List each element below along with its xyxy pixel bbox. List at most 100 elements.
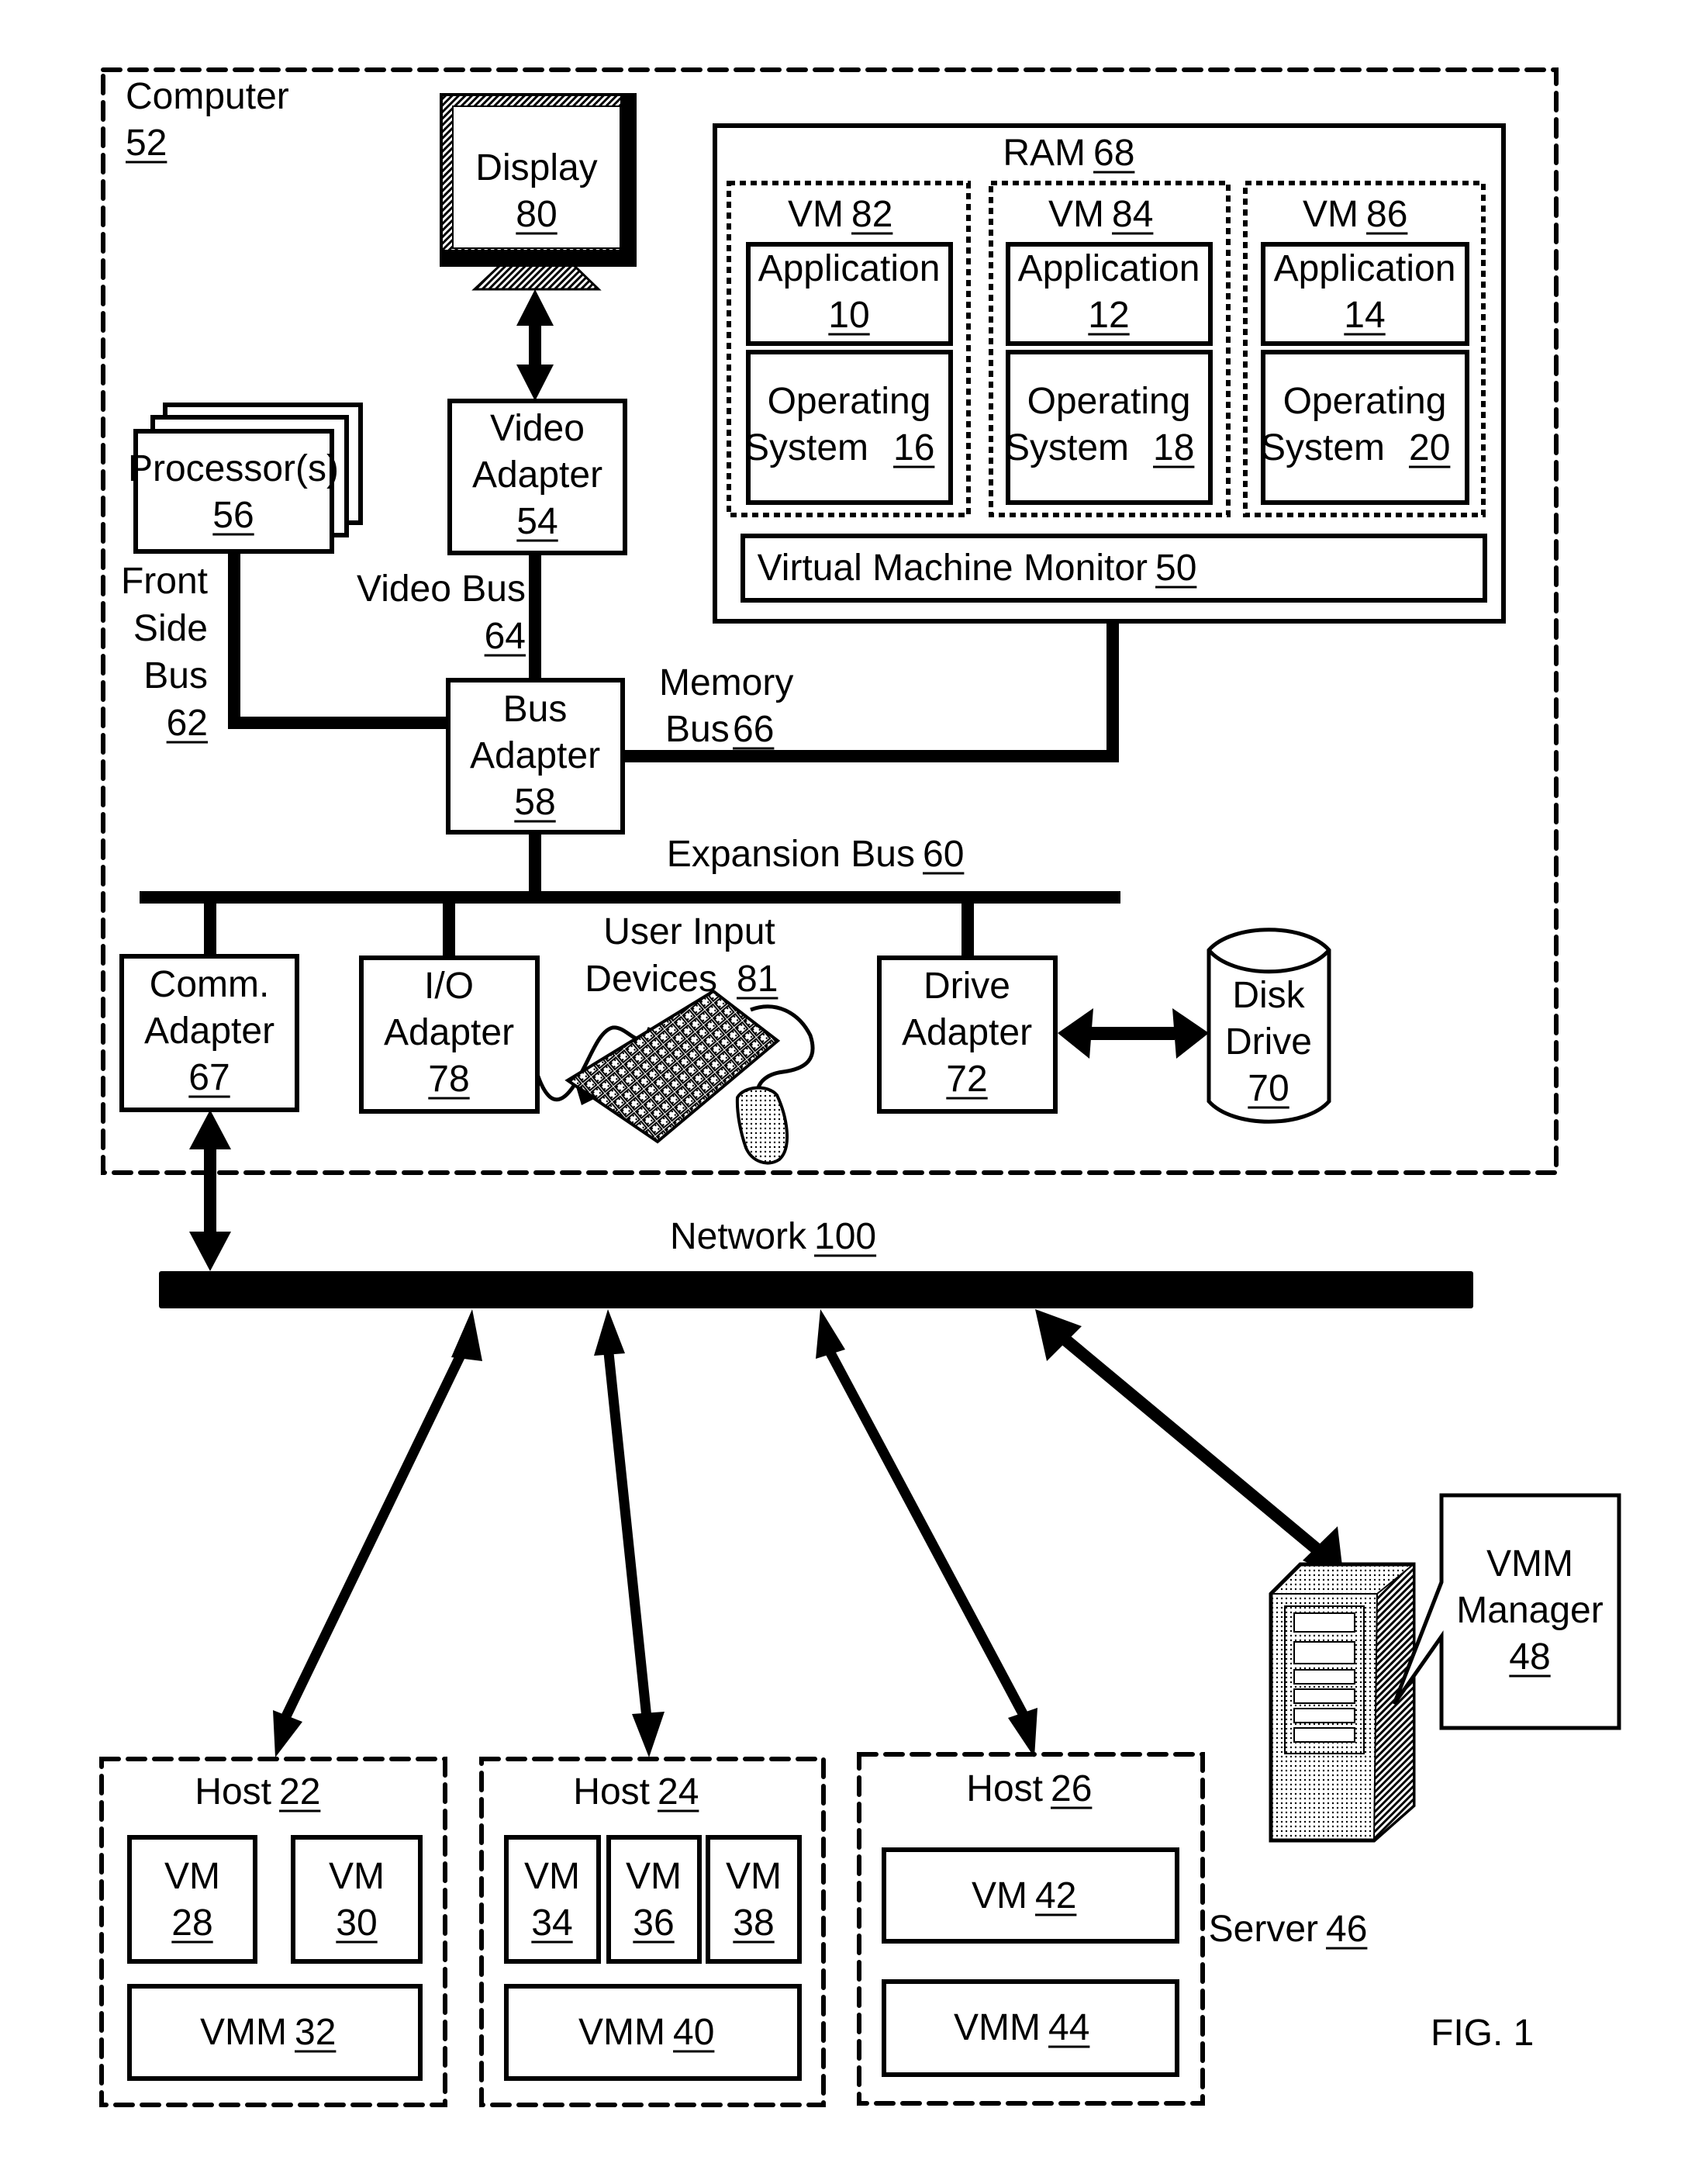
- host-vm-ref: 30: [336, 1902, 377, 1944]
- drive-adapter-ref: 72: [946, 1059, 987, 1100]
- vm-label: VM: [1303, 194, 1358, 235]
- application-label: Application: [758, 248, 941, 289]
- fsb-ref: 62: [167, 703, 208, 744]
- vm-ref: 84: [1112, 194, 1153, 235]
- user-input-ref: 81: [737, 959, 778, 1000]
- drive-adapter-line2: Adapter: [902, 1012, 1032, 1053]
- server-ref: 46: [1326, 1909, 1367, 1950]
- user-input-line1: User Input: [603, 911, 775, 952]
- host-label: Host: [195, 1771, 271, 1813]
- processor-ref: 56: [212, 495, 254, 536]
- io-adapter-ref: 78: [428, 1059, 469, 1100]
- bus-adapter-ref: 58: [514, 782, 555, 823]
- host-24: Host 24 VM 34 VM 36 VM 38 VMM 40: [479, 1757, 826, 2107]
- host-ref: 22: [279, 1771, 320, 1813]
- host-vmm-ref: 32: [295, 2012, 336, 2053]
- vmm-manager-ref: 48: [1509, 1636, 1550, 1678]
- figure-label: FIG. 1: [1431, 2013, 1534, 2054]
- os-ref: 18: [1153, 427, 1194, 468]
- os-line1: Operating: [768, 381, 931, 422]
- host-vm-box: [882, 1847, 1179, 1944]
- memory-bus-line2: Bus: [665, 709, 730, 750]
- video-adapter-line1: Video: [490, 408, 585, 449]
- display-monitor-icon: [440, 93, 637, 291]
- application-ref: 14: [1344, 295, 1385, 336]
- user-input-line2: Devices: [585, 959, 717, 1000]
- network-server-arrow: [1035, 1309, 1344, 1579]
- os-line1: Operating: [1027, 381, 1191, 422]
- ram-label: RAM: [1003, 133, 1086, 174]
- vm-label: VM: [1048, 194, 1104, 235]
- network-host22-arrow: [273, 1309, 482, 1757]
- io-adapter-line2: Adapter: [384, 1012, 514, 1053]
- network-host24-arrow: [594, 1309, 665, 1757]
- host-vm-label: VM: [972, 1875, 1027, 1916]
- ram-ref: 68: [1093, 133, 1134, 174]
- comm-adapter-line1: Comm.: [150, 964, 270, 1005]
- vm-label: VM: [788, 194, 844, 235]
- patent-figure: Computer 52 Display 80 Video Adapter 54 …: [99, 67, 1621, 2107]
- host-vmm-label: VMM: [200, 2012, 287, 2053]
- host-vmm-label: VMM: [578, 2012, 665, 2053]
- disk-drive-ref: 70: [1248, 1068, 1289, 1109]
- host-ref: 24: [658, 1771, 699, 1813]
- disk-drive-line1: Disk: [1232, 975, 1305, 1016]
- display-label: Display: [475, 147, 597, 188]
- host-vm-ref: 38: [733, 1902, 774, 1944]
- host-label: Host: [966, 1768, 1043, 1809]
- comm-adapter-line2: Adapter: [144, 1011, 274, 1052]
- application-ref: 12: [1088, 295, 1129, 336]
- host-vm-label: VM: [626, 1856, 682, 1897]
- host-26: Host 26 VM 42 VMM 44: [857, 1752, 1205, 2106]
- application-label: Application: [1018, 248, 1200, 289]
- video-bus-ref: 64: [485, 616, 526, 657]
- mouse-icon: [735, 1086, 789, 1165]
- application-ref: 10: [828, 295, 869, 336]
- network-host26-arrow: [816, 1309, 1037, 1757]
- video-adapter-line2: Adapter: [472, 454, 602, 496]
- vmm-50-label: Virtual Machine Monitor: [758, 548, 1148, 589]
- memory-bus-line1: Memory: [659, 662, 793, 703]
- drive-disk-arrow: [1058, 1008, 1209, 1059]
- computer-label: Computer: [126, 76, 289, 117]
- fsb-line3: Bus: [143, 655, 208, 696]
- host-ref: 26: [1051, 1768, 1092, 1809]
- os-ref: 20: [1409, 427, 1450, 468]
- bus-adapter-line1: Bus: [503, 689, 568, 730]
- video-adapter-ref: 54: [516, 501, 558, 542]
- vm-ref: 86: [1366, 194, 1407, 235]
- host-vm-label: VM: [524, 1856, 580, 1897]
- network-label: Network: [670, 1216, 807, 1257]
- vmm-manager-line1: VMM: [1486, 1543, 1573, 1584]
- comm-adapter-ref: 67: [188, 1057, 230, 1098]
- expansion-bus-ref: 60: [923, 834, 964, 875]
- host-vm-ref: 36: [633, 1902, 674, 1944]
- computer-ref: 52: [126, 123, 167, 164]
- io-adapter-line1: I/O: [424, 966, 474, 1007]
- os-line2: System: [744, 427, 868, 468]
- expansion-bus-label: Expansion Bus: [667, 834, 915, 875]
- network-bar: [159, 1271, 1473, 1308]
- host-vm-ref: 42: [1035, 1875, 1076, 1916]
- vmm-50-ref: 50: [1155, 548, 1196, 589]
- host-vmm-ref: 44: [1048, 2007, 1089, 2048]
- os-ref: 16: [893, 427, 934, 468]
- os-line2: System: [1261, 427, 1385, 468]
- disk-drive-line2: Drive: [1225, 1021, 1312, 1063]
- host-22: Host 22 VM 28 VM 30 VMM 32: [99, 1757, 447, 2107]
- network-ref: 100: [814, 1216, 876, 1257]
- comm-network-arrow: [189, 1110, 231, 1271]
- application-label: Application: [1274, 248, 1456, 289]
- display-ref: 80: [516, 194, 557, 235]
- server-label: Server: [1209, 1909, 1318, 1950]
- vmm-manager-line2: Manager: [1456, 1590, 1603, 1631]
- vm-ref: 82: [851, 194, 892, 235]
- host-vm-label: VM: [329, 1856, 385, 1897]
- host-vm-label: VM: [726, 1856, 782, 1897]
- host-vmm-label: VMM: [954, 2007, 1041, 2048]
- display-video-arrow: [516, 289, 554, 401]
- drive-adapter-line1: Drive: [923, 966, 1010, 1007]
- host-vm-ref: 34: [531, 1902, 572, 1944]
- host-vmm-ref: 40: [673, 2012, 714, 2053]
- bus-adapter-line2: Adapter: [470, 735, 600, 776]
